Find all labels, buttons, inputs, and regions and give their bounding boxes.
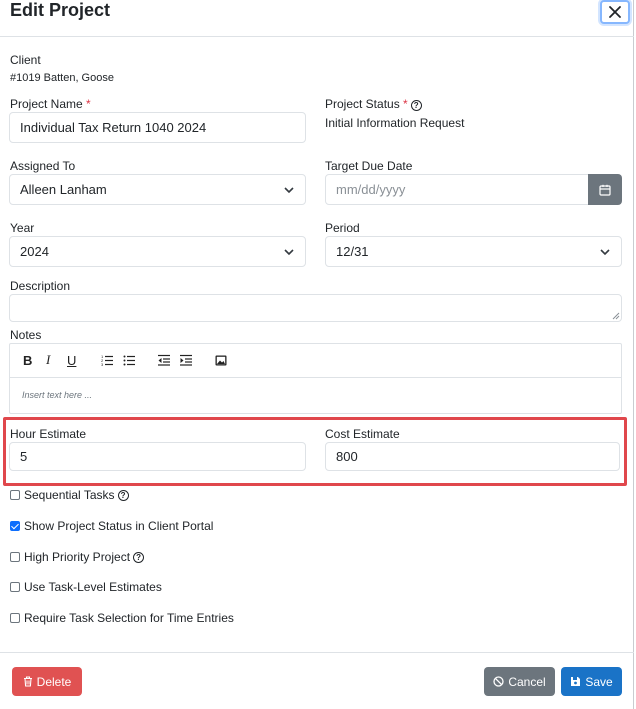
italic-icon[interactable]: I [46, 352, 50, 368]
required-mark: * [86, 97, 91, 111]
chevron-down-icon [284, 187, 294, 194]
project-name-label: Project Name * [10, 97, 91, 111]
ban-icon [493, 676, 504, 687]
image-icon[interactable] [215, 352, 227, 368]
calendar-icon [599, 184, 611, 196]
hour-estimate-label: Hour Estimate [10, 427, 87, 441]
option-label: High Priority Project [24, 550, 131, 564]
high-priority-option[interactable]: High Priority Project ? [10, 550, 145, 564]
chevron-down-icon [600, 249, 610, 256]
svg-text:3: 3 [101, 362, 104, 366]
help-icon[interactable]: ? [133, 551, 145, 563]
cancel-button[interactable]: Cancel [484, 667, 555, 696]
checkbox[interactable] [10, 490, 20, 500]
year-label: Year [10, 221, 35, 235]
help-icon[interactable]: ? [410, 100, 422, 111]
assigned-to-select[interactable]: Alleen Lanham [9, 174, 306, 205]
unordered-list-icon[interactable] [123, 352, 136, 368]
calendar-button[interactable] [588, 174, 622, 205]
require-task-selection-option[interactable]: Require Task Selection for Time Entries [10, 611, 234, 625]
client-label: Client [10, 53, 41, 67]
help-icon[interactable]: ? [117, 489, 129, 501]
cost-estimate-label: Cost Estimate [325, 427, 400, 441]
trash-icon [23, 676, 32, 687]
option-label: Require Task Selection for Time Entries [24, 611, 234, 625]
task-level-estimates-option[interactable]: Use Task-Level Estimates [10, 580, 162, 594]
description-textarea[interactable] [9, 294, 622, 322]
indent-icon[interactable] [180, 352, 193, 368]
description-label: Description [10, 279, 71, 293]
checkbox[interactable] [10, 552, 20, 562]
modal-header: Edit Project [0, 0, 634, 37]
target-due-date-input[interactable]: mm/dd/yyyy [325, 174, 589, 205]
close-icon [609, 6, 621, 18]
notes-editor[interactable]: B I U 123 Insert text here ... [9, 343, 622, 414]
resize-handle-icon[interactable] [612, 312, 620, 320]
sequential-tasks-option[interactable]: Sequential Tasks ? [10, 488, 129, 502]
save-button[interactable]: Save [561, 667, 622, 696]
editor-toolbar: B I U 123 [10, 344, 621, 378]
bold-icon[interactable]: B [23, 352, 32, 368]
show-status-client-portal-option[interactable]: Show Project Status in Client Portal [10, 519, 213, 533]
editor-placeholder: Insert text here ... [22, 390, 93, 400]
option-label: Use Task-Level Estimates [24, 580, 162, 594]
period-label: Period [325, 221, 360, 235]
modal-footer: Delete Cancel Save [0, 652, 634, 709]
hour-estimate-input[interactable]: 5 [9, 442, 306, 471]
underline-icon[interactable]: U [67, 352, 76, 368]
cost-estimate-input[interactable]: 800 [325, 442, 620, 471]
notes-label: Notes [10, 328, 42, 342]
outdent-icon[interactable] [158, 352, 171, 368]
required-mark: * [403, 97, 408, 111]
year-select[interactable]: 2024 [9, 236, 306, 267]
checkbox[interactable] [10, 582, 20, 592]
close-button[interactable] [600, 0, 630, 24]
project-status-label: Project Status *? [325, 97, 422, 111]
option-label: Show Project Status in Client Portal [24, 519, 214, 533]
floppy-disk-icon [571, 677, 581, 686]
checkbox-checked[interactable] [10, 521, 20, 531]
project-name-input[interactable]: Individual Tax Return 1040 2024 [9, 112, 306, 143]
edit-project-modal: Edit Project Client #1019 Batten, Goose … [0, 0, 634, 709]
period-select[interactable]: 12/31 [325, 236, 622, 267]
target-due-date-label: Target Due Date [325, 159, 413, 173]
modal-title: Edit Project [10, 0, 111, 20]
ordered-list-icon[interactable]: 123 [101, 352, 114, 368]
option-label: Sequential Tasks [24, 488, 115, 502]
delete-button[interactable]: Delete [12, 667, 82, 696]
checkbox[interactable] [10, 613, 20, 623]
project-status-value[interactable]: Initial Information Request [325, 116, 464, 130]
assigned-to-label: Assigned To [10, 159, 76, 173]
chevron-down-icon [284, 249, 294, 256]
client-value: #1019 Batten, Goose [10, 72, 114, 84]
